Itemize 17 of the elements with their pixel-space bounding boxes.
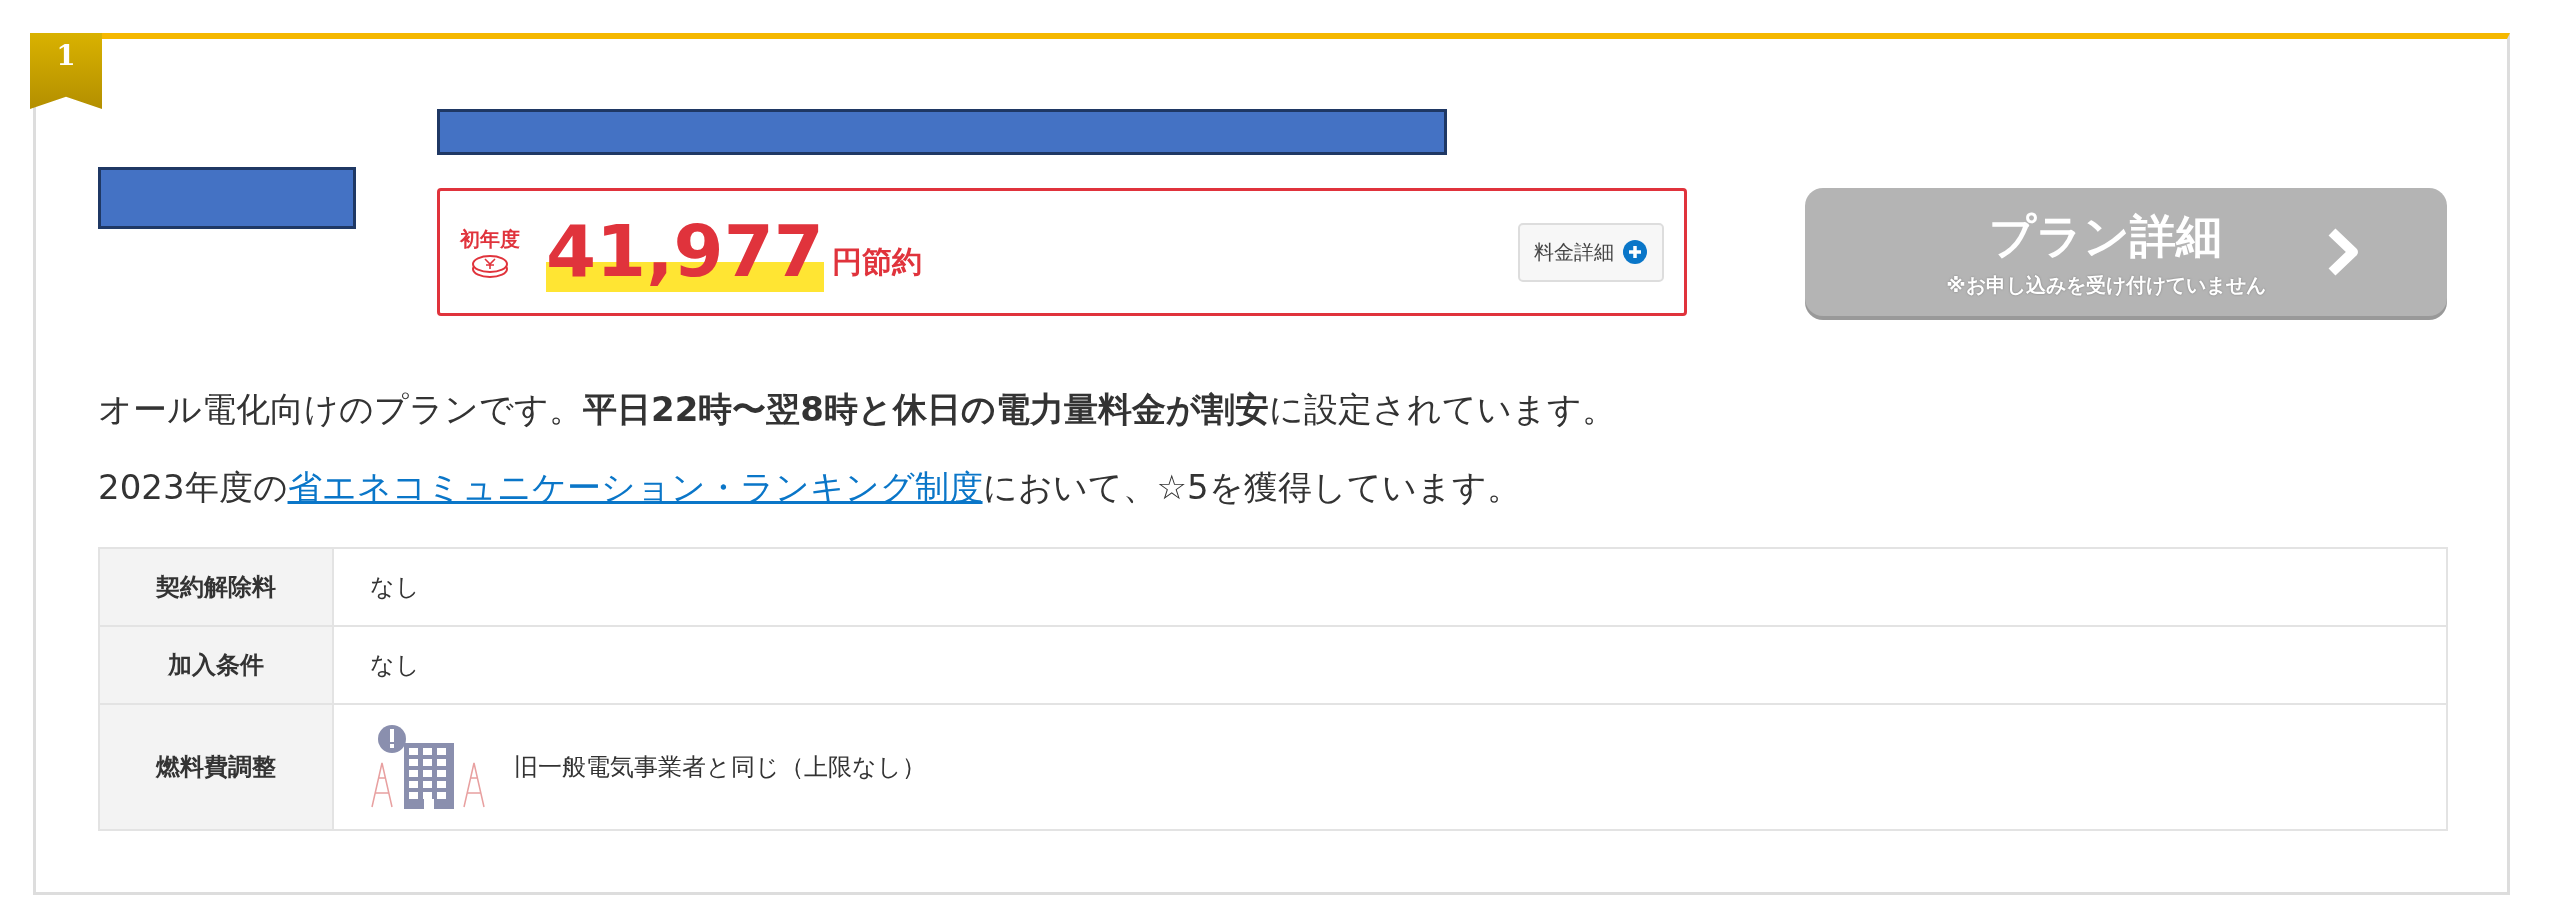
table-cell-text: なし [370,650,420,682]
coin-icon [470,252,510,279]
award-text: において、☆5を獲得しています。 [982,466,1521,507]
table-cell-text: なし [370,572,420,604]
table-cell-text: 旧一般電気事業者と同じ（上限なし） [514,752,926,784]
award-text: 2023年度の [98,466,288,507]
plan-description: オール電化向けのプランです。平日22時〜翌8時と休日の電力量料金が割安に設定されています。 [98,388,1617,431]
row-header: 燃料費調整 [99,704,333,831]
savings-unit: 円節約 [831,242,922,281]
row-header: 加入条件 [99,626,333,705]
plus-icon [1622,239,1648,265]
rank-ribbon: 1 [30,33,102,109]
fee-detail-button[interactable]: 料金詳細 [1518,222,1664,282]
first-year-label: 初年度 [460,225,520,253]
row-header: 契約解除料 [99,548,333,627]
building-warning-icon [370,723,486,812]
ranking-link[interactable]: 省エネコミュニケーション・ランキング制度 [287,466,983,507]
